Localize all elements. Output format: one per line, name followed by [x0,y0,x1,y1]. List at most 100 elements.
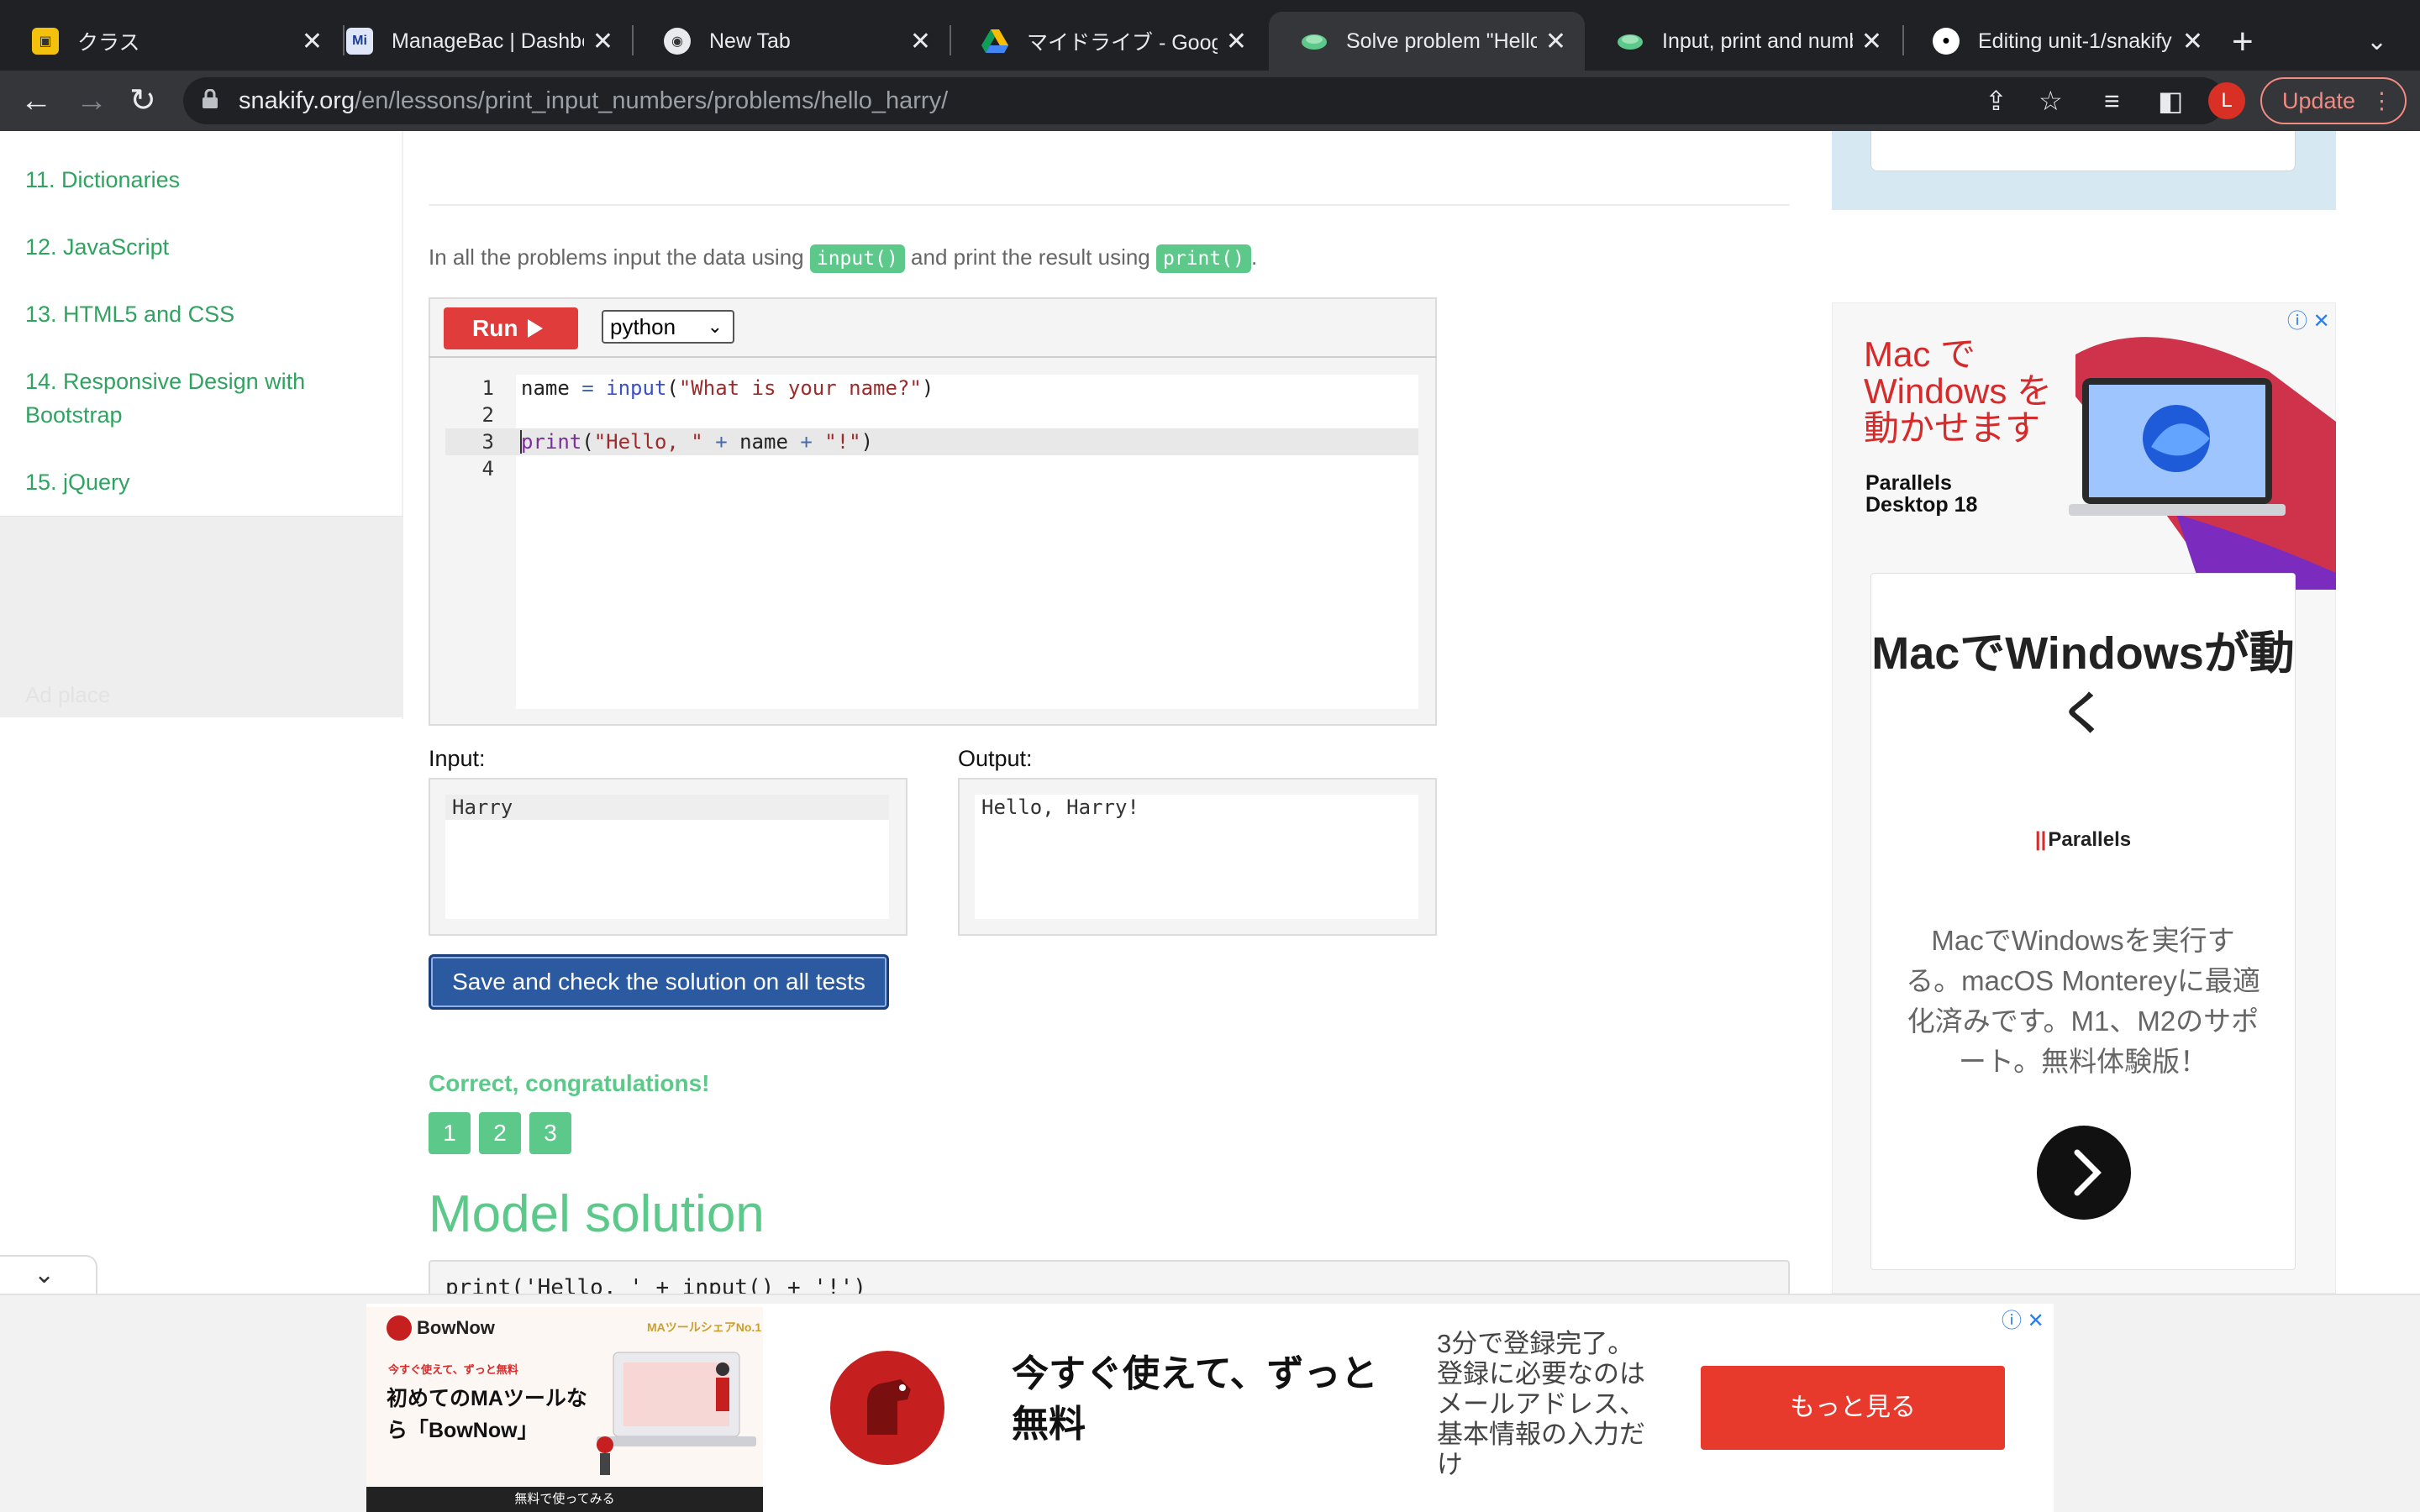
browser-tab[interactable]: Mi ManageBac | Dashboard ✕ [314,12,632,71]
ad-main-copy: 初めてのMAツールなら「BowNow」 [387,1387,587,1442]
close-tab-icon[interactable]: ✕ [2182,27,2203,56]
ad-title: Mac で Windows を動かせます [1864,334,2053,448]
ad-headline: 今すぐ使えて、ずっと無料 [1012,1353,1378,1445]
ad-placeholder-text: Ad place [25,682,111,707]
reload-icon[interactable]: ↻ [129,81,156,121]
profile-avatar[interactable]: L [2208,82,2245,119]
chrome-icon: ◉ [664,28,691,55]
close-tab-icon[interactable]: ✕ [1861,27,1882,56]
code-token: ) [921,376,934,400]
text-cursor [520,430,522,454]
code-token: "!" [824,430,861,454]
url-path: /en/lessons/print_input_numbers/problems… [355,87,949,114]
browser-tab[interactable]: ● Editing unit-1/snakify ✕ [1901,12,2222,71]
top-right-ad-card [1870,131,2296,171]
code-token: + [715,430,728,454]
managebac-icon: Mi [346,28,373,55]
chevron-down-icon[interactable]: ⌄ [34,1260,55,1289]
browser-tab[interactable]: ▣ クラス ✕ [0,12,341,71]
ad-choices-icon[interactable]: ⓘ ✕ [2002,1304,2044,1333]
line-number: 1 [481,376,494,400]
lock-icon[interactable] [202,89,218,109]
code-token: ) [860,430,874,454]
code-token: ( [666,376,679,400]
sidebar-item-javascript[interactable]: 12. JavaScript [25,230,169,264]
close-tab-icon[interactable]: ✕ [1226,27,1247,56]
snakify-icon [1301,28,1328,55]
new-tab-icon[interactable]: + [2232,18,2254,66]
ad-heading: MacでWindowsが動く [1871,628,2295,739]
bookmark-star-icon[interactable]: ☆ [2039,84,2063,118]
drive-icon [981,28,1008,55]
save-check-button[interactable]: Save and check the solution on all tests [429,954,889,1010]
line-number: 2 [481,403,494,427]
code-token: "What is your name?" [678,376,922,400]
ad-cta-button[interactable]: もっと見る [1701,1366,2005,1450]
browser-tab[interactable]: マイドライブ - Google ✕ [950,12,1265,71]
ad-description: 3分で登録完了。登録に必要なのはメールアドレス、基本情報の入力だけ [1437,1329,1645,1479]
laptop-illustration [2069,337,2336,590]
input-value: Harry [452,795,513,819]
ad-body-text: MacでWindowsを実行する。macOS Montereyに最適化済みです。… [1906,925,2260,1077]
parallels-logo: ||Parallels [1870,828,2296,852]
code-token: input [606,376,667,400]
share-icon[interactable]: ⇪ [1985,84,2007,118]
ad-free-strip: 無料で使ってみる [366,1487,763,1512]
sidebar-item-dictionaries[interactable]: 11. Dictionaries [25,163,180,197]
reading-list-icon[interactable]: ≡ [2104,84,2120,118]
line-number: 3 [481,430,494,454]
line-number: 4 [481,457,494,480]
input-label: Input: [429,746,486,771]
editor-divider [429,356,1437,358]
github-icon: ● [1933,28,1960,55]
classroom-icon: ▣ [32,28,59,55]
brand-name: Parallels [2048,828,2132,851]
side-panel-icon[interactable]: ◧ [2158,84,2183,118]
update-label: Update [2282,88,2356,113]
browser-tab[interactable]: Input, print and numbers ✕ [1585,12,1901,71]
sidebar-item-html5-css[interactable]: 13. HTML5 and CSS [25,297,234,331]
ad-badge: MAツールシェアNo.1 [647,1320,762,1334]
browser-tab-active[interactable]: Solve problem "Hello, Harry" ✕ [1269,12,1585,71]
run-button[interactable]: Run [444,307,578,349]
print-code-chip: print() [1156,244,1251,273]
success-message: Correct, congratulations! [429,1070,710,1096]
bownow-logo-icon [387,1315,412,1341]
browser-tab[interactable]: ◉ New Tab ✕ [632,12,950,71]
input-code-chip: input() [809,244,905,273]
code-line[interactable]: print("Hello, " + name + "!") [521,428,873,455]
run-label: Run [472,315,518,341]
code-token: print [521,430,582,454]
output-label: Output: [958,746,1033,771]
language-select[interactable]: python ⌄ [602,310,734,344]
chevron-down-icon: ⌄ [707,316,723,337]
sidebar-item-bootstrap[interactable]: 14. Responsive Design with Bootstrap [25,365,361,432]
laptop-people-illustration [597,1352,756,1475]
test-result-badge[interactable]: 3 [529,1112,571,1154]
code-token: "Hello, " [593,430,703,454]
code-editor[interactable] [516,375,1418,709]
language-value: python [610,314,676,339]
url-text[interactable]: snakify.org/en/lessons/print_input_numbe… [239,84,948,118]
update-button[interactable]: Update ⋮ [2260,77,2407,124]
model-solution-heading: Model solution [429,1185,765,1243]
test-result-badge[interactable]: 1 [429,1112,471,1154]
intro-text: and print the result using [911,244,1150,270]
chevron-right-icon [2074,1149,2102,1196]
tab-search-chevron-icon[interactable]: ⌄ [2366,18,2387,66]
test-result-badge[interactable]: 2 [479,1112,521,1154]
close-tab-icon[interactable]: ✕ [592,27,613,56]
ad-product-name: Parallels Desktop 18 [1865,471,1978,517]
code-line[interactable]: name = input("What is your name?") [521,375,934,402]
sidebar-item-jquery[interactable]: 15. jQuery [25,465,130,499]
play-icon [528,319,543,338]
code-token: name [727,430,801,454]
more-vert-icon: ⋮ [2370,88,2393,113]
close-tab-icon[interactable]: ✕ [910,27,931,56]
parallels-bars-icon: || [2034,828,2047,851]
forward-arrow-icon[interactable]: → [76,81,108,121]
intro-text: In all the problems input the data using [429,244,804,270]
ad-next-button[interactable] [2037,1126,2131,1220]
back-arrow-icon[interactable]: ← [20,81,52,121]
close-tab-icon[interactable]: ✕ [1545,27,1566,56]
